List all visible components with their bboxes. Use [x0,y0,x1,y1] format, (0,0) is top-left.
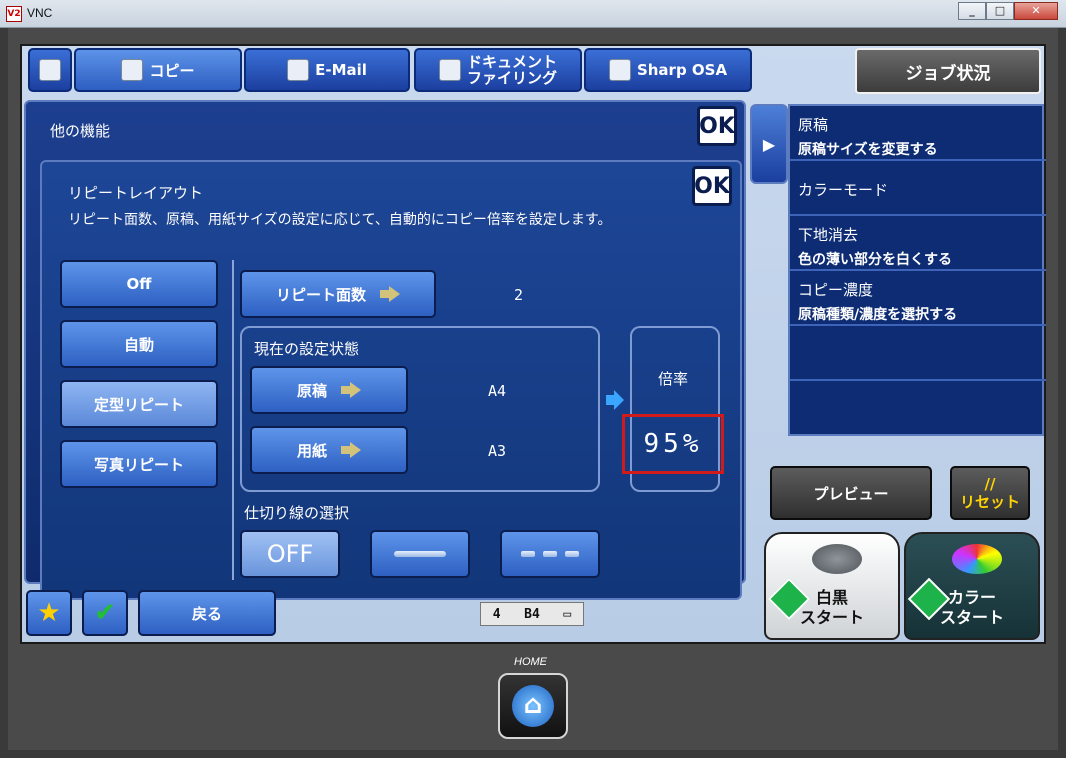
tab-document-filing-line2: ファイリング [466,69,557,87]
play-arrow-icon: ▶ [762,134,776,154]
preview-button[interactable]: プレビュー [770,466,932,520]
paper-status-bar: 4 B4 ▭ [480,602,584,626]
tab-email[interactable]: E-Mail [244,48,410,92]
ratio-value: 95% [622,414,724,474]
tab-document-filing[interactable]: ドキュメント ファイリング [414,48,582,92]
mode-photo-repeat-button[interactable]: 写真リピート [60,440,218,488]
vertical-divider [232,260,234,580]
side-menu-item-label: コピー濃度 [798,281,874,299]
side-menu-toggle[interactable]: ▶ [750,104,788,184]
side-menu-item-copy-density[interactable]: コピー濃度 原稿種類/濃度を選択する [790,271,1046,326]
side-menu-item-sublabel: 原稿サイズを変更する [798,142,938,158]
other-functions-ok-button[interactable]: OK [697,106,737,146]
divider-off-button[interactable]: OFF [240,530,340,578]
original-label: 原稿 [296,381,327,400]
tab-sharp-osa-label: Sharp OSA [636,61,728,79]
reset-button[interactable]: // リセット [950,466,1030,520]
blue-arrow-icon [606,390,624,410]
document-filing-icon [438,59,461,81]
tab-sharp-osa[interactable]: Sharp OSA [584,48,752,92]
repeat-count-button[interactable]: リピート面数 [240,270,436,318]
side-menu-item-sublabel: 原稿種類/濃度を選択する [798,307,958,323]
job-status-button[interactable]: ジョブ状況 [855,48,1041,94]
original-size-button[interactable]: 原稿 [250,366,408,414]
repeat-count-value: 2 [514,286,524,304]
color-start-line2: スタート [939,608,1004,627]
maximize-button[interactable]: □ [986,2,1014,20]
favorite-button[interactable]: ★ [26,590,72,636]
mono-start-line1: 白黒 [815,588,848,607]
mode-auto-button[interactable]: 自動 [60,320,218,368]
email-icon [287,59,310,81]
paper-size-value: A3 [488,442,507,460]
side-menu-item-sublabel: 色の薄い部分を白くする [798,252,952,268]
star-icon: ★ [37,598,61,628]
tray-icon: ▭ [563,606,572,622]
side-menu-item-empty [790,381,1046,436]
window-title: VNC [27,6,53,20]
divider-dashed-button[interactable] [500,530,600,578]
home-icon [512,685,554,727]
home-label: HOME [514,656,547,668]
copy-icon [121,59,144,81]
vnc-app-icon: V2 [6,6,22,22]
dashed-line-icon [521,551,579,557]
repeat-count-label: リピート面数 [275,285,366,304]
tab-copy[interactable]: コピー [74,48,242,92]
reset-icon: // [984,475,996,493]
side-menu: 原稿 原稿サイズを変更する カラーモード 下地消去 色の薄い部分を白くする コピ… [788,104,1046,436]
minimize-button[interactable]: _ [958,2,986,20]
divider-solid-button[interactable] [370,530,470,578]
original-size-value: A4 [488,382,507,400]
check-button[interactable]: ✔ [82,590,128,636]
reset-label: リセット [959,493,1020,511]
arrow-right-icon [380,286,400,302]
paper-tray-size: B4 [524,606,540,622]
repeat-layout-description: リピート面数、原稿、用紙サイズの設定に応じて、自動的にコピー倍率を設定します。 [68,212,612,228]
side-menu-item-label: 原稿 [798,116,829,134]
color-start-button[interactable]: カラー スタート [904,532,1040,640]
close-button[interactable]: ✕ [1014,2,1058,20]
paper-label: 用紙 [296,441,327,460]
side-menu-item-color-mode[interactable]: カラーモード [790,161,1046,216]
mono-start-button[interactable]: 白黒 スタート [764,532,900,640]
side-menu-item-label: 下地消去 [798,226,859,244]
side-menu-item-label: カラーモード [798,181,889,199]
current-settings-label: 現在の設定状態 [254,340,360,358]
mode-switch-icon [39,59,61,81]
mono-start-line2: スタート [799,608,864,627]
ratio-label: 倍率 [658,370,689,388]
side-menu-item-original[interactable]: 原稿 原稿サイズを変更する [790,106,1046,161]
arrow-right-icon [341,382,361,398]
repeat-layout-title: リピートレイアウト [68,184,204,202]
tab-copy-label: コピー [149,61,195,80]
repeat-layout-ok-button[interactable]: OK [692,166,732,206]
color-start-line1: カラー [947,588,996,607]
home-button[interactable] [498,673,568,739]
paper-size-button[interactable]: 用紙 [250,426,408,474]
mode-fixed-repeat-button[interactable]: 定型リピート [60,380,218,428]
back-button[interactable]: 戻る [138,590,276,636]
mode-off-button[interactable]: Off [60,260,218,308]
checkmark-icon: ✔ [94,598,116,628]
color-logo-icon [952,544,1002,574]
tab-email-label: E-Mail [315,61,367,79]
solid-line-icon [394,551,446,557]
mono-logo-icon [812,544,862,574]
mode-switch-button[interactable] [28,48,72,92]
tab-document-filing-label: ドキュメント ファイリング [467,54,557,86]
paper-tray-number: 4 [492,606,501,622]
side-menu-item-background-erase[interactable]: 下地消去 色の薄い部分を白くする [790,216,1046,271]
osa-icon [608,59,631,81]
divider-selection-label: 仕切り線の選択 [244,504,350,522]
arrow-right-icon [341,442,361,458]
side-menu-item-empty [790,326,1046,381]
other-functions-title: 他の機能 [50,122,111,140]
window-titlebar: V2 VNC _ □ ✕ [0,0,1066,28]
